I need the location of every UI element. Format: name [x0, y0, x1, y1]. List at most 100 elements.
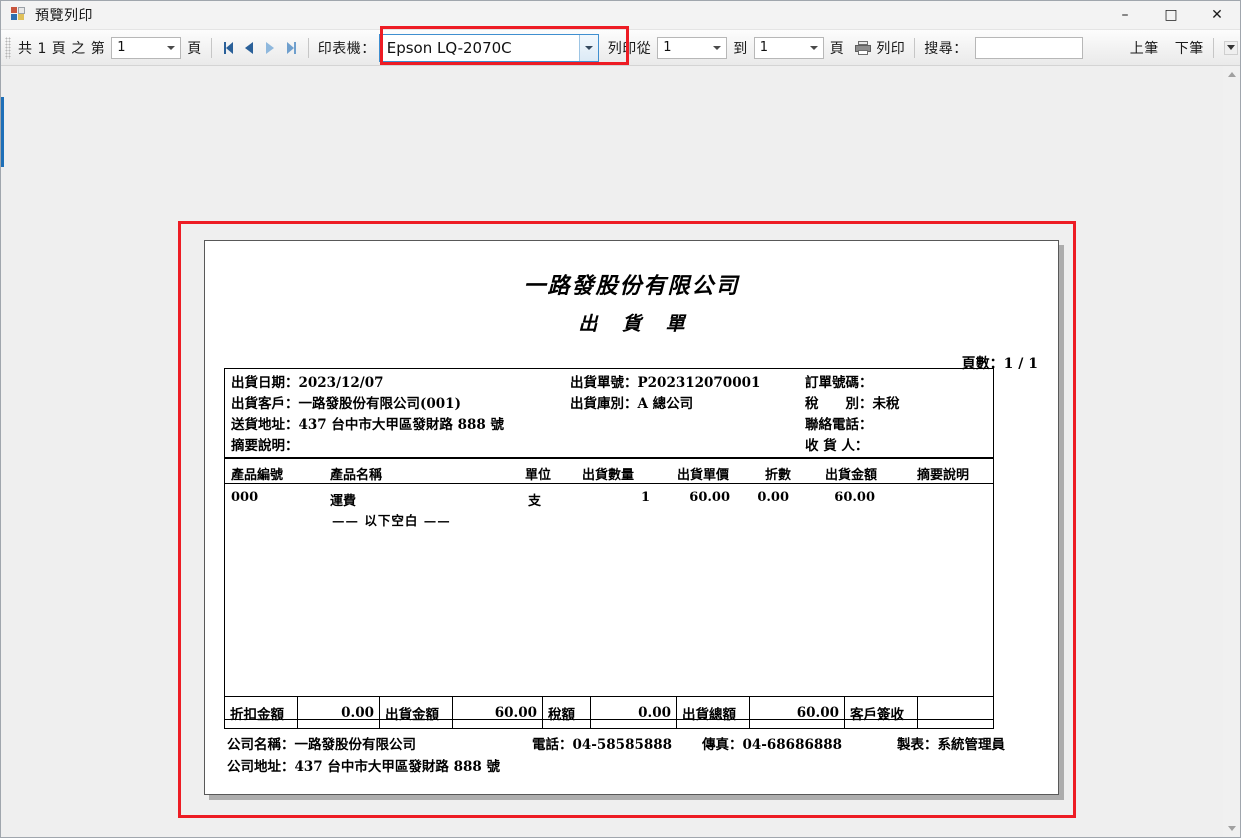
cell-unit-price: 60.00: [689, 490, 730, 505]
total-label-amount: 出貨金額: [380, 697, 453, 728]
preview-page[interactable]: 一路發股份有限公司 出 貨 單 頁數：1 / 1 出貨日期：2023/12/07…: [204, 240, 1059, 795]
printer-select[interactable]: Epson LQ-2070C: [378, 33, 599, 62]
next-page-icon: [266, 41, 275, 54]
total-value-amount: 60.00: [453, 697, 543, 728]
column-header-product-name: 產品名稱: [330, 468, 383, 483]
left-accent-strip: [1, 97, 4, 167]
vertical-scrollbar[interactable]: [1223, 66, 1240, 837]
report-header-middle: 出貨單號：P202312070001 出貨庫別：A 總公司: [570, 373, 760, 415]
end-of-list-marker: —— 以下空白 ——: [332, 513, 451, 528]
report-items-table: 產品編號 產品名稱 單位 出貨數量 出貨單價 折數 出貨金額 摘要說明 000 …: [224, 458, 994, 720]
search-label: 搜尋：: [924, 40, 968, 57]
preview-print-icon: [11, 7, 27, 23]
next-match-button[interactable]: 下筆: [1172, 38, 1207, 58]
signature-area[interactable]: [918, 697, 993, 728]
print-button[interactable]: 列印: [855, 38, 908, 58]
maximize-button[interactable]: □: [1148, 1, 1194, 29]
print-from-label: 列印從: [607, 40, 652, 57]
cell-discount: 0.00: [757, 490, 789, 505]
printer-select-value: Epson LQ-2070C: [386, 38, 512, 57]
column-header-unit: 單位: [525, 468, 552, 483]
print-from-combo[interactable]: 1: [657, 36, 728, 59]
scroll-up-button[interactable]: [1223, 66, 1240, 83]
report-table-header: 產品編號 產品名稱 單位 出貨數量 出貨單價 折數 出貨金額 摘要說明: [225, 459, 993, 484]
print-to-combo[interactable]: 1: [753, 36, 824, 59]
page-number-combo[interactable]: 1: [111, 36, 182, 59]
chevron-down-icon: [167, 45, 176, 50]
search-input[interactable]: [974, 36, 1083, 59]
column-header-quantity: 出貨數量: [582, 468, 635, 483]
footer-company-address: 公司地址：437 台中市大甲區發財路 888 號: [227, 759, 500, 775]
chevron-down-icon: [809, 45, 818, 50]
chevron-down-icon[interactable]: [578, 34, 598, 61]
order-number: 訂單號碼：: [805, 375, 873, 391]
previous-page-button[interactable]: [240, 36, 259, 60]
print-to-label: 到: [733, 40, 748, 57]
print-button-label: 列印: [876, 40, 906, 57]
total-label-tax: 稅額: [543, 697, 591, 728]
column-header-amount: 出貨金額: [825, 468, 878, 483]
chevron-down-icon: [713, 45, 722, 50]
preview-content-area: 一路發股份有限公司 出 貨 單 頁數：1 / 1 出貨日期：2023/12/07…: [1, 66, 1240, 837]
ship-summary: 摘要說明：: [231, 438, 299, 454]
title-bar: 預覽列印 – □ ✕: [1, 1, 1240, 30]
total-label-signature: 客戶簽收: [845, 697, 918, 728]
receiver: 收 貨 人：: [805, 438, 869, 454]
previous-match-button[interactable]: 上筆: [1127, 38, 1162, 58]
ship-order-no: 出貨單號：P202312070001: [570, 375, 761, 391]
table-row[interactable]: 000 運費 支 1 60.00 0.00 60.00: [225, 484, 993, 509]
window-title: 預覽列印: [35, 8, 93, 24]
cell-unit: 支: [528, 494, 542, 509]
minimize-button[interactable]: –: [1102, 1, 1148, 29]
report-document: 一路發股份有限公司 出 貨 單 頁數：1 / 1 出貨日期：2023/12/07…: [205, 268, 1058, 794]
toolbar-separator-3: [914, 37, 916, 58]
previous-page-icon: [245, 41, 254, 54]
total-value-grand: 60.00: [750, 697, 845, 728]
column-header-discount: 折數: [765, 468, 792, 483]
report-company-title: 一路發股份有限公司: [523, 273, 740, 299]
total-label-grand: 出貨總額: [677, 697, 750, 728]
print-from-value: 1: [663, 40, 672, 55]
ship-date: 出貨日期：2023/12/07: [231, 375, 384, 391]
window-controls: – □ ✕: [1102, 1, 1240, 29]
footer-phone: 電話：04-58585888: [532, 737, 673, 753]
report-header-right: 訂單號碼： 稅 別：未稅 聯絡電話： 收 貨 人：: [805, 373, 900, 457]
contact-phone: 聯絡電話：: [805, 417, 873, 433]
toolbar-separator-1: [210, 37, 212, 58]
toolbar-overflow-button[interactable]: [1224, 40, 1238, 55]
column-header-note: 摘要說明: [917, 468, 970, 483]
cell-amount: 60.00: [834, 490, 875, 505]
column-header-product-code: 產品編號: [231, 468, 284, 483]
report-totals-row: 折扣金額 0.00 出貨金額 60.00 稅額 0.00 出貨總額 60.00 …: [224, 696, 994, 729]
total-label-discount: 折扣金額: [225, 697, 298, 728]
report-header-left: 出貨日期：2023/12/07 出貨客戶：一路發股份有限公司(001) 送貨地址…: [231, 373, 504, 457]
printer-label: 印表機：: [317, 40, 376, 57]
toolbar-grip[interactable]: [5, 36, 11, 59]
cell-quantity: 1: [640, 490, 650, 505]
page-number-value: 1: [117, 40, 126, 55]
next-page-button[interactable]: [261, 36, 280, 60]
footer-fax: 傳真：04-68686888: [702, 737, 843, 753]
tax-type: 稅 別：未稅: [805, 396, 900, 412]
print-preview-window: 預覽列印 – □ ✕ 共 1 頁 之 第 1 頁 印表機： Epson LQ-2…: [0, 0, 1241, 838]
preview-toolbar: 共 1 頁 之 第 1 頁 印表機： Epson LQ-2070C 列印從 1 …: [1, 30, 1240, 66]
report-doc-title: 出 貨 單: [578, 313, 694, 335]
print-to-value: 1: [759, 40, 768, 55]
first-page-button[interactable]: [219, 36, 238, 60]
printer-icon: [855, 40, 872, 55]
first-page-icon: [223, 41, 233, 54]
last-page-button[interactable]: [282, 36, 301, 60]
total-value-discount: 0.00: [298, 697, 380, 728]
cell-product-code: 000: [231, 490, 259, 505]
toolbar-separator-2: [307, 37, 309, 58]
page-unit-label: 頁: [187, 40, 202, 57]
toolbar-separator-4: [1212, 37, 1214, 58]
cell-product-name: 運費: [330, 494, 357, 509]
ship-warehouse: 出貨庫別：A 總公司: [570, 396, 694, 412]
page-count-label: 共 1 頁 之 第: [18, 40, 106, 57]
print-pages-suffix-label: 頁: [829, 40, 845, 57]
close-button[interactable]: ✕: [1194, 1, 1240, 29]
total-value-tax: 0.00: [591, 697, 677, 728]
ship-address: 送貨地址：437 台中市大甲區發財路 888 號: [231, 417, 504, 433]
scroll-down-button[interactable]: [1223, 820, 1240, 837]
